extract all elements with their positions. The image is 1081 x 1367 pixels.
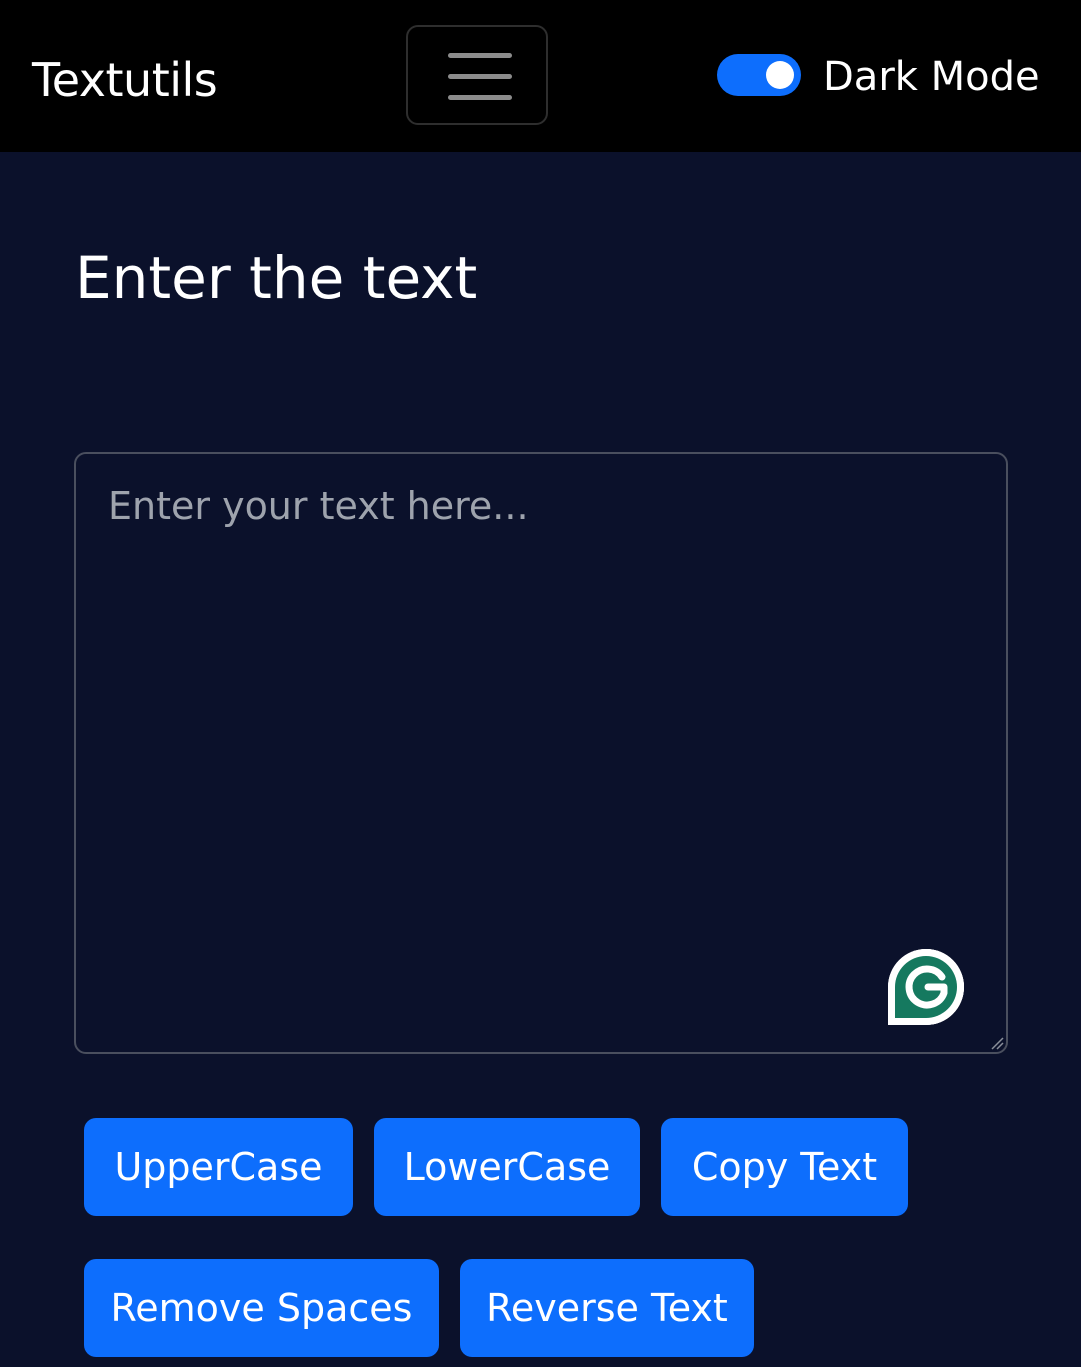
brand-link[interactable]: Textutils (32, 50, 218, 110)
grammarly-icon[interactable] (886, 947, 966, 1027)
remove-spaces-button[interactable]: Remove Spaces (84, 1259, 439, 1357)
uppercase-button[interactable]: UpperCase (84, 1118, 353, 1216)
copy-text-button[interactable]: Copy Text (661, 1118, 908, 1216)
text-input-container (74, 452, 1008, 1054)
text-input[interactable] (74, 452, 1008, 1054)
page-title: Enter the text (75, 244, 478, 312)
switch-knob (766, 61, 794, 89)
lowercase-button[interactable]: LowerCase (374, 1118, 640, 1216)
dark-mode-switch[interactable] (717, 54, 801, 96)
navbar-toggler-button[interactable] (406, 25, 548, 125)
dark-mode-label[interactable]: Dark Mode (823, 50, 1040, 104)
navbar: Textutils Dark Mode (0, 0, 1081, 152)
resize-handle-icon[interactable] (990, 1036, 1004, 1050)
reverse-text-button[interactable]: Reverse Text (460, 1259, 754, 1357)
